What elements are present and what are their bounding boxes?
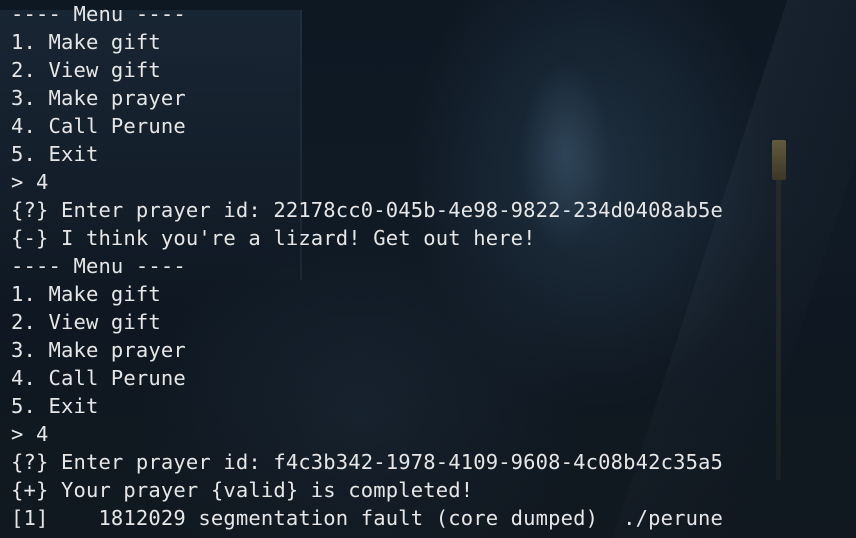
menu-item-exit: 5. Exit bbox=[11, 142, 99, 166]
menu-header: ---- Menu ---- bbox=[11, 254, 186, 278]
terminal-window[interactable]: ---- Menu ---- 1. Make gift 2. View gift… bbox=[0, 0, 856, 538]
user-input-line: > 4 bbox=[11, 170, 49, 194]
prayer-id-prompt: {?} Enter prayer id: f4c3b342-1978-4109-… bbox=[11, 450, 724, 474]
prayer-id-prompt: {?} Enter prayer id: 22178cc0-045b-4e98-… bbox=[11, 198, 724, 222]
menu-item-view-gift: 2. View gift bbox=[11, 310, 161, 334]
menu-item-make-prayer: 3. Make prayer bbox=[11, 338, 186, 362]
error-message: {-} I think you're a lizard! Get out her… bbox=[11, 226, 536, 250]
menu-header: ---- Menu ---- bbox=[11, 2, 186, 26]
segfault-message: [1] 1812029 segmentation fault (core dum… bbox=[11, 506, 724, 530]
menu-item-make-prayer: 3. Make prayer bbox=[11, 86, 186, 110]
wallpaper-pole bbox=[776, 180, 781, 480]
menu-item-view-gift: 2. View gift bbox=[11, 58, 161, 82]
menu-item-exit: 5. Exit bbox=[11, 394, 99, 418]
menu-item-call-perune: 4. Call Perune bbox=[11, 366, 186, 390]
success-message: {+} Your prayer {valid} is completed! bbox=[11, 478, 474, 502]
menu-item-make-gift: 1. Make gift bbox=[11, 282, 161, 306]
user-input-line: > 4 bbox=[11, 422, 49, 446]
menu-item-call-perune: 4. Call Perune bbox=[11, 114, 186, 138]
terminal-output: ---- Menu ---- 1. Make gift 2. View gift… bbox=[11, 0, 723, 532]
menu-item-make-gift: 1. Make gift bbox=[11, 30, 161, 54]
wallpaper-lamp bbox=[772, 140, 786, 180]
